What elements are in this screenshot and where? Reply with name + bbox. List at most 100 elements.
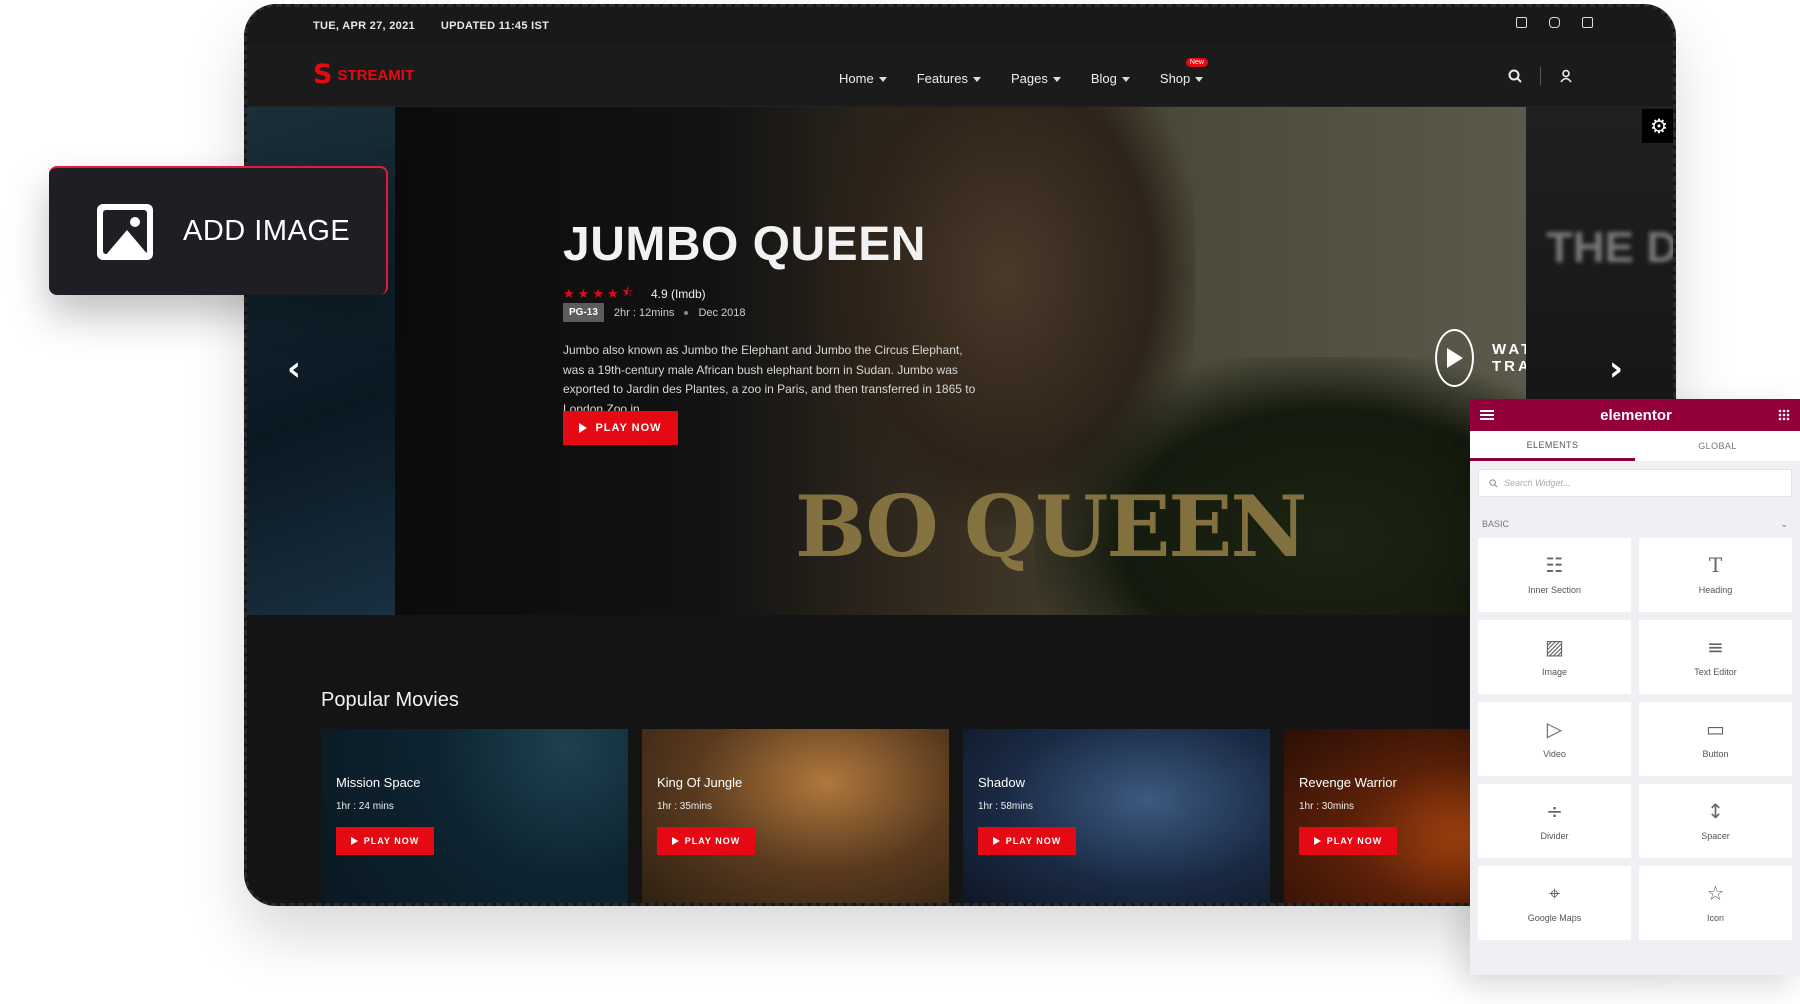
widget-label: Heading: [1698, 585, 1733, 595]
site-preview-frame: TUE, APR 27, 2021 UPDATED 11:45 IST S STR…: [244, 4, 1676, 906]
movie-meta: PG-13 2hr : 12mins Dec 2018: [563, 303, 746, 322]
widget-label: Video: [1543, 749, 1566, 759]
movie-card[interactable]: Mission Space 1hr : 24 mins PLAY NOW: [321, 729, 628, 903]
widget-label: Inner Section: [1527, 585, 1582, 595]
slider-next-arrow-icon[interactable]: ›: [1609, 349, 1623, 389]
nav-item-home[interactable]: Home: [839, 71, 887, 86]
widget-button[interactable]: ▭ Button: [1639, 702, 1792, 776]
play-now-label: PLAY NOW: [595, 422, 662, 434]
nav-item-label: Pages: [1011, 71, 1048, 86]
movie-duration: 1hr : 58mins: [978, 801, 1034, 812]
slider-prev-arrow-icon[interactable]: ‹: [287, 349, 301, 389]
facebook-icon[interactable]: [1516, 17, 1527, 28]
nav-item-pages[interactable]: Pages: [1011, 71, 1061, 86]
star-icon: ★: [577, 286, 590, 301]
instagram-icon[interactable]: [1549, 17, 1560, 28]
movie-title: Mission Space: [336, 775, 421, 790]
widget-inner-section[interactable]: ☷ Inner Section: [1478, 538, 1631, 612]
movie-title: Shadow: [978, 775, 1025, 790]
movie-card[interactable]: King Of Jungle 1hr : 35mins PLAY NOW: [642, 729, 949, 903]
widget-google-maps[interactable]: ⌖ Google Maps: [1478, 866, 1631, 940]
add-image-overlay[interactable]: ADD IMAGE: [49, 166, 388, 295]
image-icon: [97, 203, 153, 260]
widget-label: Icon: [1706, 913, 1724, 923]
spacer-icon: ↕: [1707, 799, 1724, 823]
widget-heading[interactable]: T Heading: [1639, 538, 1792, 612]
logo[interactable]: S STREAMIT: [313, 61, 415, 88]
movie-duration: 1hr : 35mins: [657, 801, 713, 812]
star-icon: ☆: [1706, 881, 1725, 905]
play-now-label: PLAY NOW: [1005, 836, 1062, 846]
section-label: BASIC: [1482, 519, 1510, 529]
basic-section-header[interactable]: BASIC ⌄: [1470, 497, 1800, 538]
top-bar: TUE, APR 27, 2021 UPDATED 11:45 IST: [247, 7, 1673, 45]
play-now-label: PLAY NOW: [1326, 836, 1383, 846]
nav-item-features[interactable]: Features: [917, 71, 981, 86]
widget-spacer[interactable]: ↕ Spacer: [1639, 784, 1792, 858]
elementor-header: elementor: [1470, 399, 1800, 431]
chevron-down-icon: [1052, 77, 1061, 83]
nav-item-shop[interactable]: New Shop: [1159, 58, 1208, 86]
nav-item-label: Shop: [1159, 71, 1191, 86]
widget-label: Text Editor: [1694, 667, 1737, 677]
widget-video[interactable]: ▷ Video: [1478, 702, 1631, 776]
hero-slider: BO QUEEN JUMBO QUEEN ★ ★ ★ ★ ⯪ 4.9 (Imdb) PG…: [247, 107, 1673, 615]
widget-label: Spacer: [1701, 831, 1730, 841]
search-icon: [1489, 478, 1498, 488]
widget-text-editor[interactable]: ≡ Text Editor: [1639, 620, 1792, 694]
tab-global[interactable]: GLOBAL: [1635, 431, 1800, 461]
nav-item-blog[interactable]: Blog: [1091, 71, 1130, 86]
poster-title-art: BO QUEEN: [795, 477, 1307, 576]
hero-title: JUMBO QUEEN: [563, 218, 926, 271]
tab-elements[interactable]: ELEMENTS: [1470, 431, 1635, 461]
widget-grid: ☷ Inner Section T Heading ▨ Image ≡ Text Edi…: [1470, 538, 1800, 940]
elementor-brand: elementor: [1600, 406, 1672, 424]
user-icon[interactable]: [1559, 69, 1573, 83]
elementor-panel: elementor ELEMENTS GLOBAL Search Widget.…: [1470, 399, 1800, 975]
widget-image[interactable]: ▨ Image: [1478, 620, 1631, 694]
search-placeholder: Search Widget...: [1504, 478, 1571, 488]
updated-text: UPDATED 11:45 IST: [440, 20, 550, 32]
chevron-down-icon: [1121, 77, 1130, 83]
play-icon: [579, 423, 588, 433]
movie-title: King Of Jungle: [657, 775, 743, 790]
search-icon[interactable]: [1508, 69, 1522, 83]
play-now-label: PLAY NOW: [363, 836, 420, 846]
date-text: TUE, APR 27, 2021: [313, 20, 415, 32]
star-icon: ★: [606, 286, 619, 301]
text-editor-icon: ≡: [1707, 635, 1724, 659]
widget-divider[interactable]: ÷ Divider: [1478, 784, 1631, 858]
settings-gear-icon[interactable]: ⚙: [1642, 109, 1673, 143]
play-now-button[interactable]: PLAY NOW: [336, 827, 434, 855]
menu-icon[interactable]: [1480, 410, 1494, 420]
movie-duration: 1hr : 24 mins: [336, 801, 394, 812]
add-image-label: ADD IMAGE: [183, 215, 351, 247]
play-now-button[interactable]: PLAY NOW: [563, 411, 678, 445]
popular-movies-row: Mission Space 1hr : 24 mins PLAY NOW Kin…: [321, 729, 1591, 903]
play-circle-icon: [1435, 329, 1474, 387]
widget-search-input[interactable]: Search Widget...: [1478, 469, 1792, 497]
apps-grid-icon[interactable]: [1777, 409, 1790, 421]
chevron-down-icon: [1195, 77, 1204, 83]
twitter-icon[interactable]: [1582, 17, 1593, 28]
play-icon: [671, 837, 679, 845]
elementor-tabs: ELEMENTS GLOBAL: [1470, 431, 1800, 461]
nav-menu: Home Features Pages Blog New Shop: [839, 58, 1208, 86]
logo-text: STREAMIT: [337, 66, 415, 84]
chevron-down-icon: [973, 77, 981, 83]
play-now-button[interactable]: PLAY NOW: [978, 827, 1076, 855]
social-links: [1516, 17, 1593, 28]
play-icon: [992, 837, 1000, 845]
widget-label: Button: [1702, 749, 1729, 759]
certificate-badge: PG-13: [563, 303, 604, 322]
heading-icon: T: [1708, 553, 1723, 577]
play-now-button[interactable]: PLAY NOW: [1299, 827, 1397, 855]
play-icon: [350, 837, 358, 845]
widget-label: Google Maps: [1527, 913, 1582, 923]
movie-title: Revenge Warrior: [1299, 775, 1397, 790]
next-slide-title: THE D: [1546, 223, 1673, 272]
play-now-button[interactable]: PLAY NOW: [657, 827, 755, 855]
widget-icon[interactable]: ☆ Icon: [1639, 866, 1792, 940]
duration: 2hr : 12mins: [613, 306, 675, 319]
movie-card[interactable]: Shadow 1hr : 58mins PLAY NOW: [963, 729, 1270, 903]
